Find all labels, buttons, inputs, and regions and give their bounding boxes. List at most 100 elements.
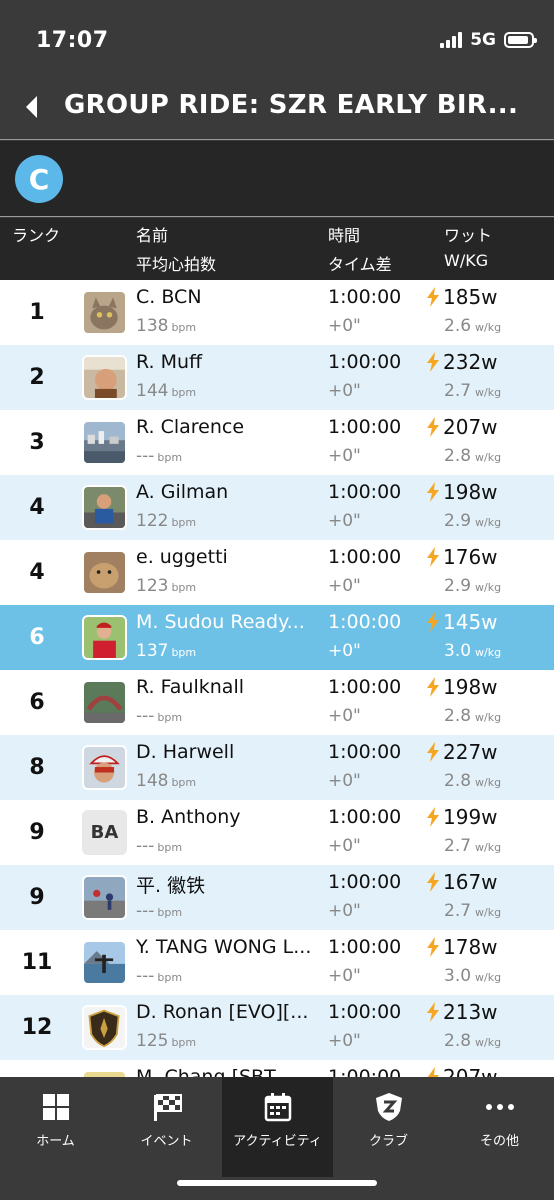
avg-watts: 207w	[425, 415, 498, 439]
avatar[interactable]	[82, 420, 127, 465]
rider-name[interactable]: Y. TANG WONG L...	[136, 936, 322, 958]
avatar[interactable]	[82, 615, 127, 660]
table-row[interactable]: 1 C. BCN 138 bpm 1:00:00 +0" 185w 2.6 w/kg	[0, 280, 554, 345]
watts-value: 227w	[443, 740, 498, 764]
hr-unit: bpm	[157, 711, 183, 724]
rider-name[interactable]: C. BCN	[136, 286, 322, 308]
power-bolt-icon	[427, 872, 439, 892]
rank: 9	[29, 820, 45, 845]
tab-clubs[interactable]: クラブ	[333, 1077, 444, 1177]
rider-name[interactable]: D. Harwell	[136, 741, 322, 763]
table-row[interactable]: 9 BA B. Anthony --- bpm 1:00:00 +0" 199w 2.7 w/kg	[0, 800, 554, 865]
power-bolt-icon	[427, 287, 439, 307]
wkg-unit: w/kg	[475, 776, 502, 789]
table-row[interactable]: 4 e. uggetti 123 bpm 1:00:00 +0" 176w 2.9 w/kg	[0, 540, 554, 605]
status-time: 17:07	[36, 28, 109, 53]
table-row[interactable]: 9 平. 徽铁 --- bpm 1:00:00 +0" 167w 2.7 w/kg	[0, 865, 554, 930]
hr-unit: bpm	[157, 841, 183, 854]
hr-unit: bpm	[157, 971, 183, 984]
page-title: GROUP RIDE: SZR EARLY BIR...	[64, 90, 519, 120]
col-name[interactable]: 名前	[136, 222, 168, 246]
rider-name[interactable]: M. Sudou Ready...	[136, 611, 322, 633]
avg-heart-rate: 144 bpm	[136, 381, 196, 401]
avatar[interactable]: BA	[82, 810, 127, 855]
col-rank[interactable]: ランク	[12, 222, 60, 246]
table-row[interactable]: 11 Y. TANG WONG L... --- bpm 1:00:00 +0" 178w 3…	[0, 930, 554, 995]
avatar[interactable]	[82, 745, 127, 790]
table-row[interactable]: 6 M. Sudou Ready... 137 bpm 1:00:00 +0" 145w 3.…	[0, 605, 554, 670]
hr-unit: bpm	[157, 906, 183, 919]
watts-per-kg: 2.8 w/kg	[444, 706, 501, 726]
wkg-value: 2.7	[444, 836, 472, 856]
avatar[interactable]	[82, 1005, 127, 1050]
home-indicator[interactable]	[177, 1180, 377, 1186]
watts-value: 167w	[443, 870, 498, 894]
rank: 4	[29, 495, 45, 520]
table-row[interactable]: 6 R. Faulknall --- bpm 1:00:00 +0" 198w 2.8 w/kg	[0, 670, 554, 735]
category-badge[interactable]: C	[15, 155, 63, 203]
rider-name[interactable]: B. Anthony	[136, 806, 322, 828]
tab-bar: ホーム イベント アクティビティ クラブ その他	[0, 1077, 554, 1200]
table-row[interactable]: 2 R. Muff 144 bpm 1:00:00 +0" 232w 2.7 w/kg	[0, 345, 554, 410]
power-bolt-icon	[427, 612, 439, 632]
ride-time: 1:00:00	[328, 546, 402, 568]
avatar[interactable]	[82, 550, 127, 595]
watts-value: 213w	[443, 1000, 498, 1024]
avatar[interactable]	[82, 485, 127, 530]
power-bolt-icon	[427, 352, 439, 372]
back-arrow-icon[interactable]	[22, 94, 42, 120]
col-avg-hr[interactable]: 平均心拍数	[136, 251, 216, 275]
table-row[interactable]: 8 D. Harwell 148 bpm 1:00:00 +0" 227w 2.8 w/kg	[0, 735, 554, 800]
watts-per-kg: 2.9 w/kg	[444, 511, 501, 531]
table-row[interactable]: 3 R. Clarence --- bpm 1:00:00 +0" 207w 2.8 w/kg	[0, 410, 554, 475]
hr-value: 137	[136, 641, 169, 661]
results-list[interactable]: 1 C. BCN 138 bpm 1:00:00 +0" 185w 2.6 w/kg 2 R. Mu…	[0, 280, 554, 1077]
rank: 8	[29, 755, 45, 780]
tab-more[interactable]: その他	[444, 1077, 554, 1177]
hr-value: ---	[136, 446, 155, 466]
rider-name[interactable]: 平. 徽铁	[136, 871, 322, 898]
ride-time: 1:00:00	[328, 481, 402, 503]
rider-name[interactable]: A. Gilman	[136, 481, 322, 503]
hr-unit: bpm	[157, 451, 183, 464]
avatar[interactable]	[82, 355, 127, 400]
col-time[interactable]: 時間	[328, 222, 360, 246]
rider-name[interactable]: R. Clarence	[136, 416, 322, 438]
avatar[interactable]	[82, 940, 127, 985]
club-shield-icon	[375, 1093, 402, 1121]
hr-value: ---	[136, 966, 155, 986]
table-row[interactable]: 4 A. Gilman 122 bpm 1:00:00 +0" 198w 2.9 w/kg	[0, 475, 554, 540]
avg-heart-rate: --- bpm	[136, 966, 182, 986]
watts-per-kg: 2.8 w/kg	[444, 446, 501, 466]
hr-unit: bpm	[171, 581, 197, 594]
time-gap: +0"	[328, 316, 361, 336]
rider-name[interactable]: D. Ronan [EVO][...	[136, 1001, 322, 1023]
table-row[interactable]: 13M. Chang [SBT...---bpm1:00:00+0"207w2.…	[0, 1060, 554, 1077]
avatar[interactable]	[82, 875, 127, 920]
avatar[interactable]	[82, 680, 127, 725]
col-gap[interactable]: タイム差	[328, 251, 392, 275]
rank: 13	[10, 1060, 64, 1077]
col-wkg[interactable]: W/KG	[444, 251, 488, 270]
time-gap: +0"	[328, 771, 361, 791]
table-row[interactable]: 12 D. Ronan [EVO][... 125 bpm 1:00:00 +0" 213w…	[0, 995, 554, 1060]
tab-activity[interactable]: アクティビティ	[222, 1077, 333, 1177]
rider-name[interactable]: R. Muff	[136, 351, 322, 373]
rider-name[interactable]: e. uggetti	[136, 546, 322, 568]
time-gap: +0"	[328, 576, 361, 596]
rider-name[interactable]: R. Faulknall	[136, 676, 322, 698]
avatar[interactable]	[82, 290, 127, 335]
rider-name[interactable]: M. Chang [SBT...	[136, 1066, 322, 1077]
col-watts[interactable]: ワット	[444, 222, 492, 246]
rank: 4	[29, 560, 45, 585]
tab-home[interactable]: ホーム	[0, 1077, 111, 1177]
avatar[interactable]	[82, 1070, 127, 1077]
watts-per-kg: 3.0 w/kg	[444, 641, 501, 661]
avg-watts: 145w	[425, 610, 498, 634]
hr-unit: bpm	[171, 386, 197, 399]
wkg-value: 2.9	[444, 576, 472, 596]
hr-unit: bpm	[171, 516, 197, 529]
rank: 2	[29, 365, 45, 390]
tab-events[interactable]: イベント	[111, 1077, 222, 1177]
avg-watts: 178w	[425, 935, 498, 959]
